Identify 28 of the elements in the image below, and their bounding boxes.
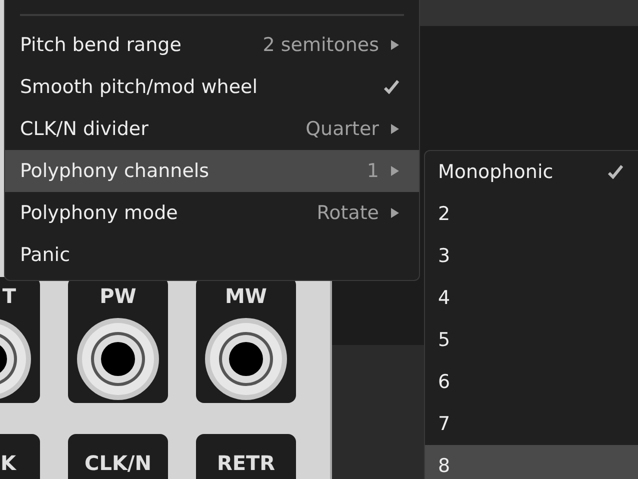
menu-item[interactable]: Polyphony channels 1 <box>5 150 419 192</box>
submenu-item[interactable]: Monophonic <box>425 151 638 193</box>
submenu-item[interactable]: 4 <box>425 277 638 319</box>
submenu-item[interactable]: 8 <box>425 445 638 479</box>
menu-item[interactable]: Pitch bend range 2 semitones <box>5 24 419 66</box>
submenu-item[interactable]: 7 <box>425 403 638 445</box>
submenu-arrow-icon <box>391 40 399 50</box>
port-label: CLK/N <box>84 450 152 477</box>
checkmark-icon <box>608 165 623 179</box>
submenu-item[interactable]: 2 <box>425 193 638 235</box>
port-label: T <box>2 283 16 310</box>
submenu-arrow-icon <box>391 166 399 176</box>
checkmark-icon <box>384 80 399 94</box>
submenu-item[interactable]: 5 <box>425 319 638 361</box>
menu-item[interactable]: CLK/N divider Quarter <box>5 108 419 150</box>
port-label: RETR <box>216 450 276 477</box>
menu-item[interactable]: Smooth pitch/mod wheel <box>5 66 419 108</box>
submenu-arrow-icon <box>391 124 399 134</box>
jack-socket-icon <box>204 317 288 401</box>
port-label: MW <box>225 283 267 310</box>
submenu-arrow-icon <box>391 208 399 218</box>
submenu-item[interactable]: 3 <box>425 235 638 277</box>
submenu-item[interactable]: 6 <box>425 361 638 403</box>
port-label: K <box>0 450 16 477</box>
menu-item[interactable]: Polyphony mode Rotate <box>5 192 419 234</box>
port-label: PW <box>100 283 136 310</box>
menu-item[interactable]: Panic <box>5 234 419 276</box>
jack-socket-icon <box>76 317 160 401</box>
